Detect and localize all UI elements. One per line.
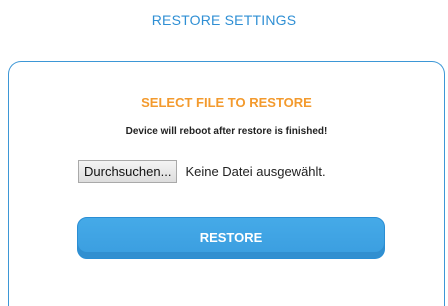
reboot-warning: Device will reboot after restore is fini…	[125, 126, 328, 137]
file-status-text: Keine Datei ausgewählt.	[185, 163, 326, 179]
file-input: Durchsuchen... Keine Datei ausgewählt.	[78, 159, 326, 183]
restore-panel: SELECT FILE TO RESTORE Device will reboo…	[8, 61, 445, 306]
page-title: RESTORE SETTINGS	[151, 12, 297, 28]
restore-button[interactable]: RESTORE	[77, 217, 385, 259]
section-title: SELECT FILE TO RESTORE	[141, 95, 312, 110]
browse-button[interactable]: Durchsuchen...	[78, 159, 178, 183]
